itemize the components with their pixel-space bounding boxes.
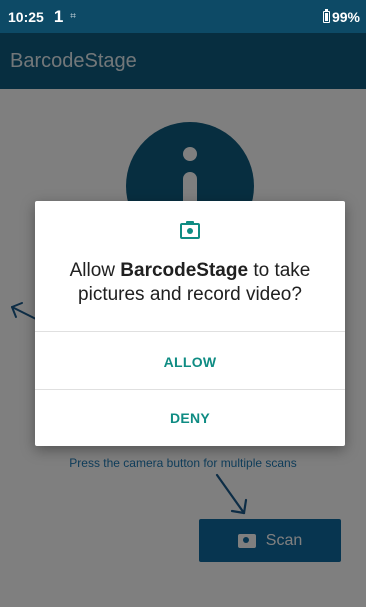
grid-icon: ⌗: [70, 11, 76, 22]
dialog-divider: [35, 331, 345, 332]
deny-button[interactable]: DENY: [35, 390, 345, 446]
dialog-message: Allow BarcodeStage to take pictures and …: [55, 259, 325, 307]
permission-dialog: Allow BarcodeStage to take pictures and …: [35, 201, 345, 446]
camera-icon: [180, 221, 200, 239]
notification-count: 1: [53, 6, 64, 26]
status-left: 10:25 1 ⌗: [8, 7, 76, 27]
battery-icon: [322, 8, 330, 23]
dialog-app-name: BarcodeStage: [120, 260, 249, 281]
status-bar: 10:25 1 ⌗ 99%: [0, 0, 366, 33]
allow-button[interactable]: ALLOW: [35, 334, 345, 390]
battery-level: 99%: [331, 8, 360, 25]
status-right: 99%: [322, 8, 360, 25]
dialog-message-prefix: Allow: [69, 260, 121, 281]
status-time: 10:25: [8, 8, 44, 25]
